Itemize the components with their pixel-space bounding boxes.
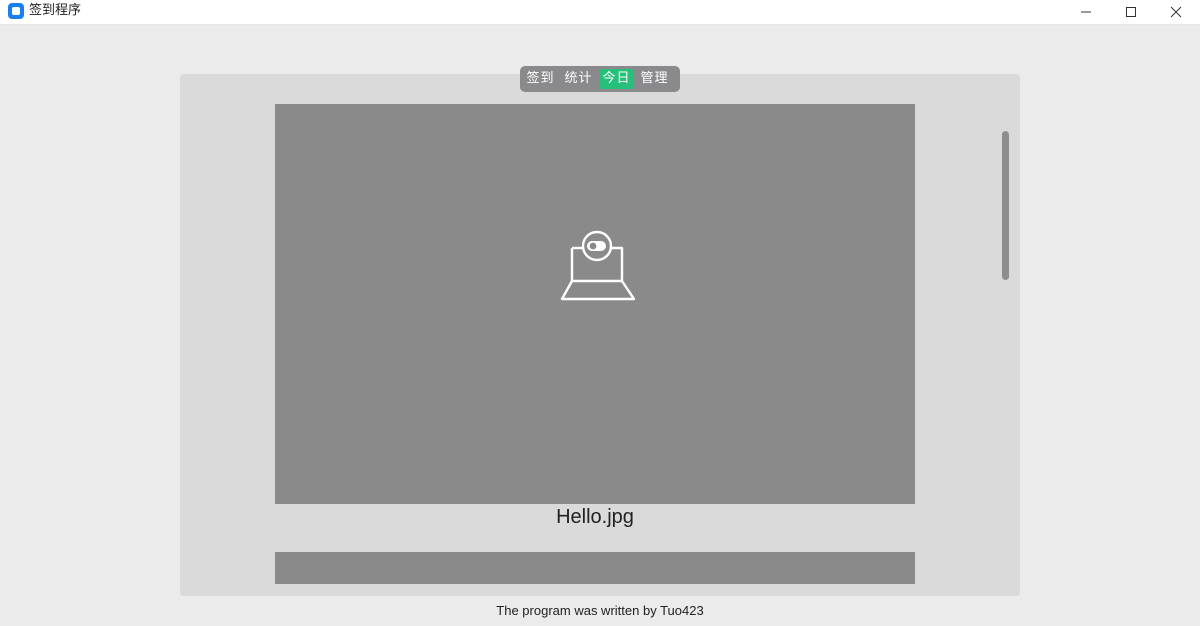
tab-manage[interactable]: 管理 bbox=[637, 69, 672, 89]
window-title: 签到程序 bbox=[29, 3, 82, 18]
close-button[interactable] bbox=[1153, 0, 1199, 24]
tab-checkin[interactable]: 签到 bbox=[523, 69, 558, 89]
minimize-icon bbox=[1081, 11, 1091, 13]
close-icon bbox=[1170, 6, 1182, 18]
title-bar: 签到程序 bbox=[0, 0, 1200, 25]
tab-statistics[interactable]: 统计 bbox=[561, 69, 596, 89]
image-filename: Hello.jpg bbox=[556, 506, 634, 528]
tab-bar: 签到 统计 今日 管理 bbox=[520, 66, 680, 92]
image-placeholder-next[interactable] bbox=[275, 552, 915, 584]
webcam-icon bbox=[560, 230, 636, 301]
app-icon bbox=[8, 3, 24, 19]
maximize-button[interactable] bbox=[1108, 0, 1154, 24]
image-placeholder[interactable] bbox=[275, 104, 915, 504]
footer-credit: The program was written by Tuo423 bbox=[496, 603, 704, 618]
tab-today[interactable]: 今日 bbox=[599, 69, 634, 89]
scrollbar-thumb[interactable] bbox=[1002, 131, 1009, 280]
maximize-icon bbox=[1126, 7, 1136, 17]
minimize-button[interactable] bbox=[1063, 0, 1109, 24]
